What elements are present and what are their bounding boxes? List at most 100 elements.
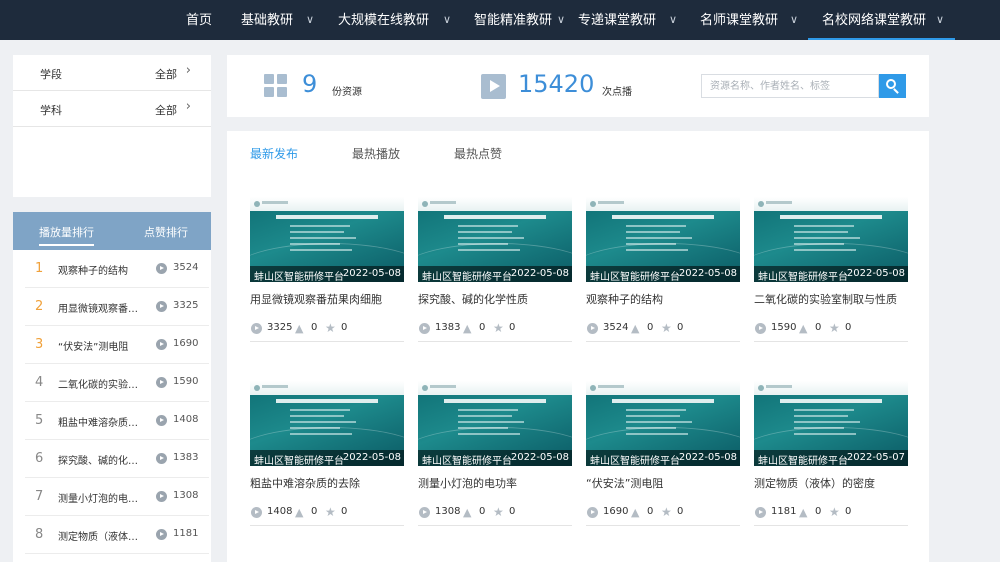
rank-title[interactable]: 用显微镜观察番茄果肉细胞 xyxy=(58,300,142,315)
star-icon[interactable]: ★ xyxy=(661,506,672,518)
play-count-icon xyxy=(156,301,167,312)
rank-title[interactable]: “伏安法”测电阻 xyxy=(58,338,142,353)
rank-play-count: 1690 xyxy=(173,338,199,349)
ranking-row[interactable]: 1 观察种子的结构 3524 xyxy=(25,250,209,288)
thumbs-up-icon[interactable]: ▲ xyxy=(295,507,306,518)
filter-value[interactable]: 全部 xyxy=(155,66,177,82)
star-icon[interactable]: ★ xyxy=(829,322,840,334)
resource-card[interactable]: 蚌山区智能研修平台 2022-05-08 观察种子的结构 3524 ▲ 0 ★ 0 xyxy=(586,197,740,351)
resource-title[interactable]: 探究酸、碱的化学性质 xyxy=(418,291,572,307)
thumbs-up-icon[interactable]: ▲ xyxy=(631,323,642,334)
resources-unit: 份资源 xyxy=(332,87,362,98)
filter-row-subject[interactable]: 学科 全部 › xyxy=(13,91,211,127)
star-icon[interactable]: ★ xyxy=(829,506,840,518)
plays-unit: 次点播 xyxy=(602,87,632,98)
chevron-right-icon[interactable]: › xyxy=(186,63,191,78)
rank-number: 3 xyxy=(35,337,44,352)
rank-title[interactable]: 测定物质（液体）的密度 xyxy=(58,528,142,543)
filter-row-stage[interactable]: 学段 全部 › xyxy=(13,55,211,91)
resource-card[interactable]: 蚌山区智能研修平台 2022-05-07 测定物质（液体）的密度 1181 ▲ 0 ★ 0 xyxy=(754,381,908,535)
resource-date: 2022-05-08 xyxy=(342,268,401,279)
play-count-icon xyxy=(251,507,262,518)
tab-most-played[interactable]: 最热播放 xyxy=(352,145,400,162)
resource-card[interactable]: 蚌山区智能研修平台 2022-05-08 粗盐中难溶杂质的去除 1408 ▲ 0 ★ 0 xyxy=(250,381,404,535)
chevron-down-icon[interactable]: ∨ xyxy=(936,0,944,40)
resource-title[interactable]: 观察种子的结构 xyxy=(586,291,740,307)
star-icon[interactable]: ★ xyxy=(325,506,336,518)
chevron-right-icon[interactable]: › xyxy=(186,99,191,114)
ranking-row[interactable]: 4 二氧化碳的实验室制取与性质 1590 xyxy=(25,364,209,402)
play-count: 1408 xyxy=(267,506,293,517)
chevron-down-icon[interactable]: ∨ xyxy=(443,0,451,40)
ranking-row[interactable]: 6 探究酸、碱的化学性质 1383 xyxy=(25,440,209,478)
thumbs-up-icon[interactable]: ▲ xyxy=(295,323,306,334)
resource-org: 蚌山区智能研修平台 xyxy=(254,272,344,282)
resource-card[interactable]: 蚌山区智能研修平台 2022-05-08 二氧化碳的实验室制取与性质 1590 ▲ 0 ★ 0 xyxy=(754,197,908,351)
nav-item-basic-research[interactable]: 基础教研 xyxy=(241,0,293,40)
tab-latest[interactable]: 最新发布 xyxy=(250,145,298,162)
nav-item-famous-teacher[interactable]: 名师课堂教研 xyxy=(700,0,778,40)
play-count-icon xyxy=(419,323,430,334)
thumbs-up-icon[interactable]: ▲ xyxy=(799,323,810,334)
ranking-row[interactable]: 7 测量小灯泡的电功率 1308 xyxy=(25,478,209,516)
rank-title[interactable]: 二氧化碳的实验室制取与性质 xyxy=(58,376,142,391)
rank-title[interactable]: 观察种子的结构 xyxy=(58,262,142,277)
resource-card[interactable]: 蚌山区智能研修平台 2022-05-08 探究酸、碱的化学性质 1383 ▲ 0 ★ 0 xyxy=(418,197,572,351)
resource-thumbnail[interactable]: 蚌山区智能研修平台 2022-05-08 xyxy=(586,381,740,466)
top-navigation: 首页 基础教研 ∨ 大规模在线教研 ∨ 智能精准教研 ∨ 专递课堂教研 ∨ 名师… xyxy=(0,0,1000,40)
tab-play-ranking[interactable]: 播放量排行 xyxy=(39,224,94,246)
resource-card[interactable]: 蚌山区智能研修平台 2022-05-08 用显微镜观察番茄果肉细胞 3325 ▲ 0 ★ 0 xyxy=(250,197,404,351)
rank-number: 2 xyxy=(35,299,44,314)
search-input[interactable] xyxy=(701,74,879,98)
resource-thumbnail[interactable]: 蚌山区智能研修平台 2022-05-08 xyxy=(250,197,404,282)
resource-thumbnail[interactable]: 蚌山区智能研修平台 2022-05-08 xyxy=(754,197,908,282)
play-count: 1590 xyxy=(771,322,797,333)
nav-item-famous-school[interactable]: 名校网络课堂教研 xyxy=(808,0,955,40)
chevron-down-icon[interactable]: ∨ xyxy=(557,0,565,40)
resource-title[interactable]: 测量小灯泡的电功率 xyxy=(418,475,572,491)
resource-card[interactable]: 蚌山区智能研修平台 2022-05-08 测量小灯泡的电功率 1308 ▲ 0 ★ 0 xyxy=(418,381,572,535)
thumbs-up-icon[interactable]: ▲ xyxy=(631,507,642,518)
resource-thumbnail[interactable]: 蚌山区智能研修平台 2022-05-08 xyxy=(418,197,572,282)
ranking-row[interactable]: 3 “伏安法”测电阻 1690 xyxy=(25,326,209,364)
like-count: 0 xyxy=(647,506,654,517)
search-button[interactable] xyxy=(879,74,906,98)
star-icon[interactable]: ★ xyxy=(325,322,336,334)
resource-thumbnail[interactable]: 蚌山区智能研修平台 2022-05-08 xyxy=(418,381,572,466)
ranking-row[interactable]: 5 粗盐中难溶杂质的去除 1408 xyxy=(25,402,209,440)
star-icon[interactable]: ★ xyxy=(493,322,504,334)
play-icon xyxy=(481,74,506,99)
ranking-row[interactable]: 8 测定物质（液体）的密度 1181 xyxy=(25,516,209,554)
nav-item-smart-research[interactable]: 智能精准教研 xyxy=(474,0,552,40)
resource-title[interactable]: 测定物质（液体）的密度 xyxy=(754,475,908,491)
tab-like-ranking[interactable]: 点赞排行 xyxy=(144,224,188,240)
star-icon[interactable]: ★ xyxy=(661,322,672,334)
ranking-row[interactable]: 2 用显微镜观察番茄果肉细胞 3325 xyxy=(25,288,209,326)
chevron-down-icon[interactable]: ∨ xyxy=(669,0,677,40)
chevron-down-icon[interactable]: ∨ xyxy=(306,0,314,40)
resource-card[interactable]: 蚌山区智能研修平台 2022-05-08 “伏安法”测电阻 1690 ▲ 0 ★ 0 xyxy=(586,381,740,535)
star-icon[interactable]: ★ xyxy=(493,506,504,518)
resource-title[interactable]: 用显微镜观察番茄果肉细胞 xyxy=(250,291,404,307)
favorite-count: 0 xyxy=(677,322,684,333)
filter-label: 学科 xyxy=(40,104,62,117)
resource-thumbnail[interactable]: 蚌山区智能研修平台 2022-05-08 xyxy=(250,381,404,466)
resource-stats: 1590 ▲ 0 ★ 0 xyxy=(754,321,908,342)
resource-title[interactable]: 粗盐中难溶杂质的去除 xyxy=(250,475,404,491)
tab-most-liked[interactable]: 最热点赞 xyxy=(454,145,502,162)
thumbs-up-icon[interactable]: ▲ xyxy=(463,323,474,334)
rank-title[interactable]: 探究酸、碱的化学性质 xyxy=(58,452,142,467)
resource-thumbnail[interactable]: 蚌山区智能研修平台 2022-05-08 xyxy=(586,197,740,282)
resource-thumbnail[interactable]: 蚌山区智能研修平台 2022-05-07 xyxy=(754,381,908,466)
filter-value[interactable]: 全部 xyxy=(155,102,177,118)
thumbs-up-icon[interactable]: ▲ xyxy=(463,507,474,518)
chevron-down-icon[interactable]: ∨ xyxy=(790,0,798,40)
nav-item-home[interactable]: 首页 xyxy=(186,0,212,40)
resource-title[interactable]: “伏安法”测电阻 xyxy=(586,475,740,491)
resource-title[interactable]: 二氧化碳的实验室制取与性质 xyxy=(754,291,908,307)
rank-title[interactable]: 粗盐中难溶杂质的去除 xyxy=(58,414,142,429)
nav-item-online-research[interactable]: 大规模在线教研 xyxy=(338,0,429,40)
thumbs-up-icon[interactable]: ▲ xyxy=(799,507,810,518)
rank-title[interactable]: 测量小灯泡的电功率 xyxy=(58,490,142,505)
nav-item-delivery-classroom[interactable]: 专递课堂教研 xyxy=(578,0,656,40)
